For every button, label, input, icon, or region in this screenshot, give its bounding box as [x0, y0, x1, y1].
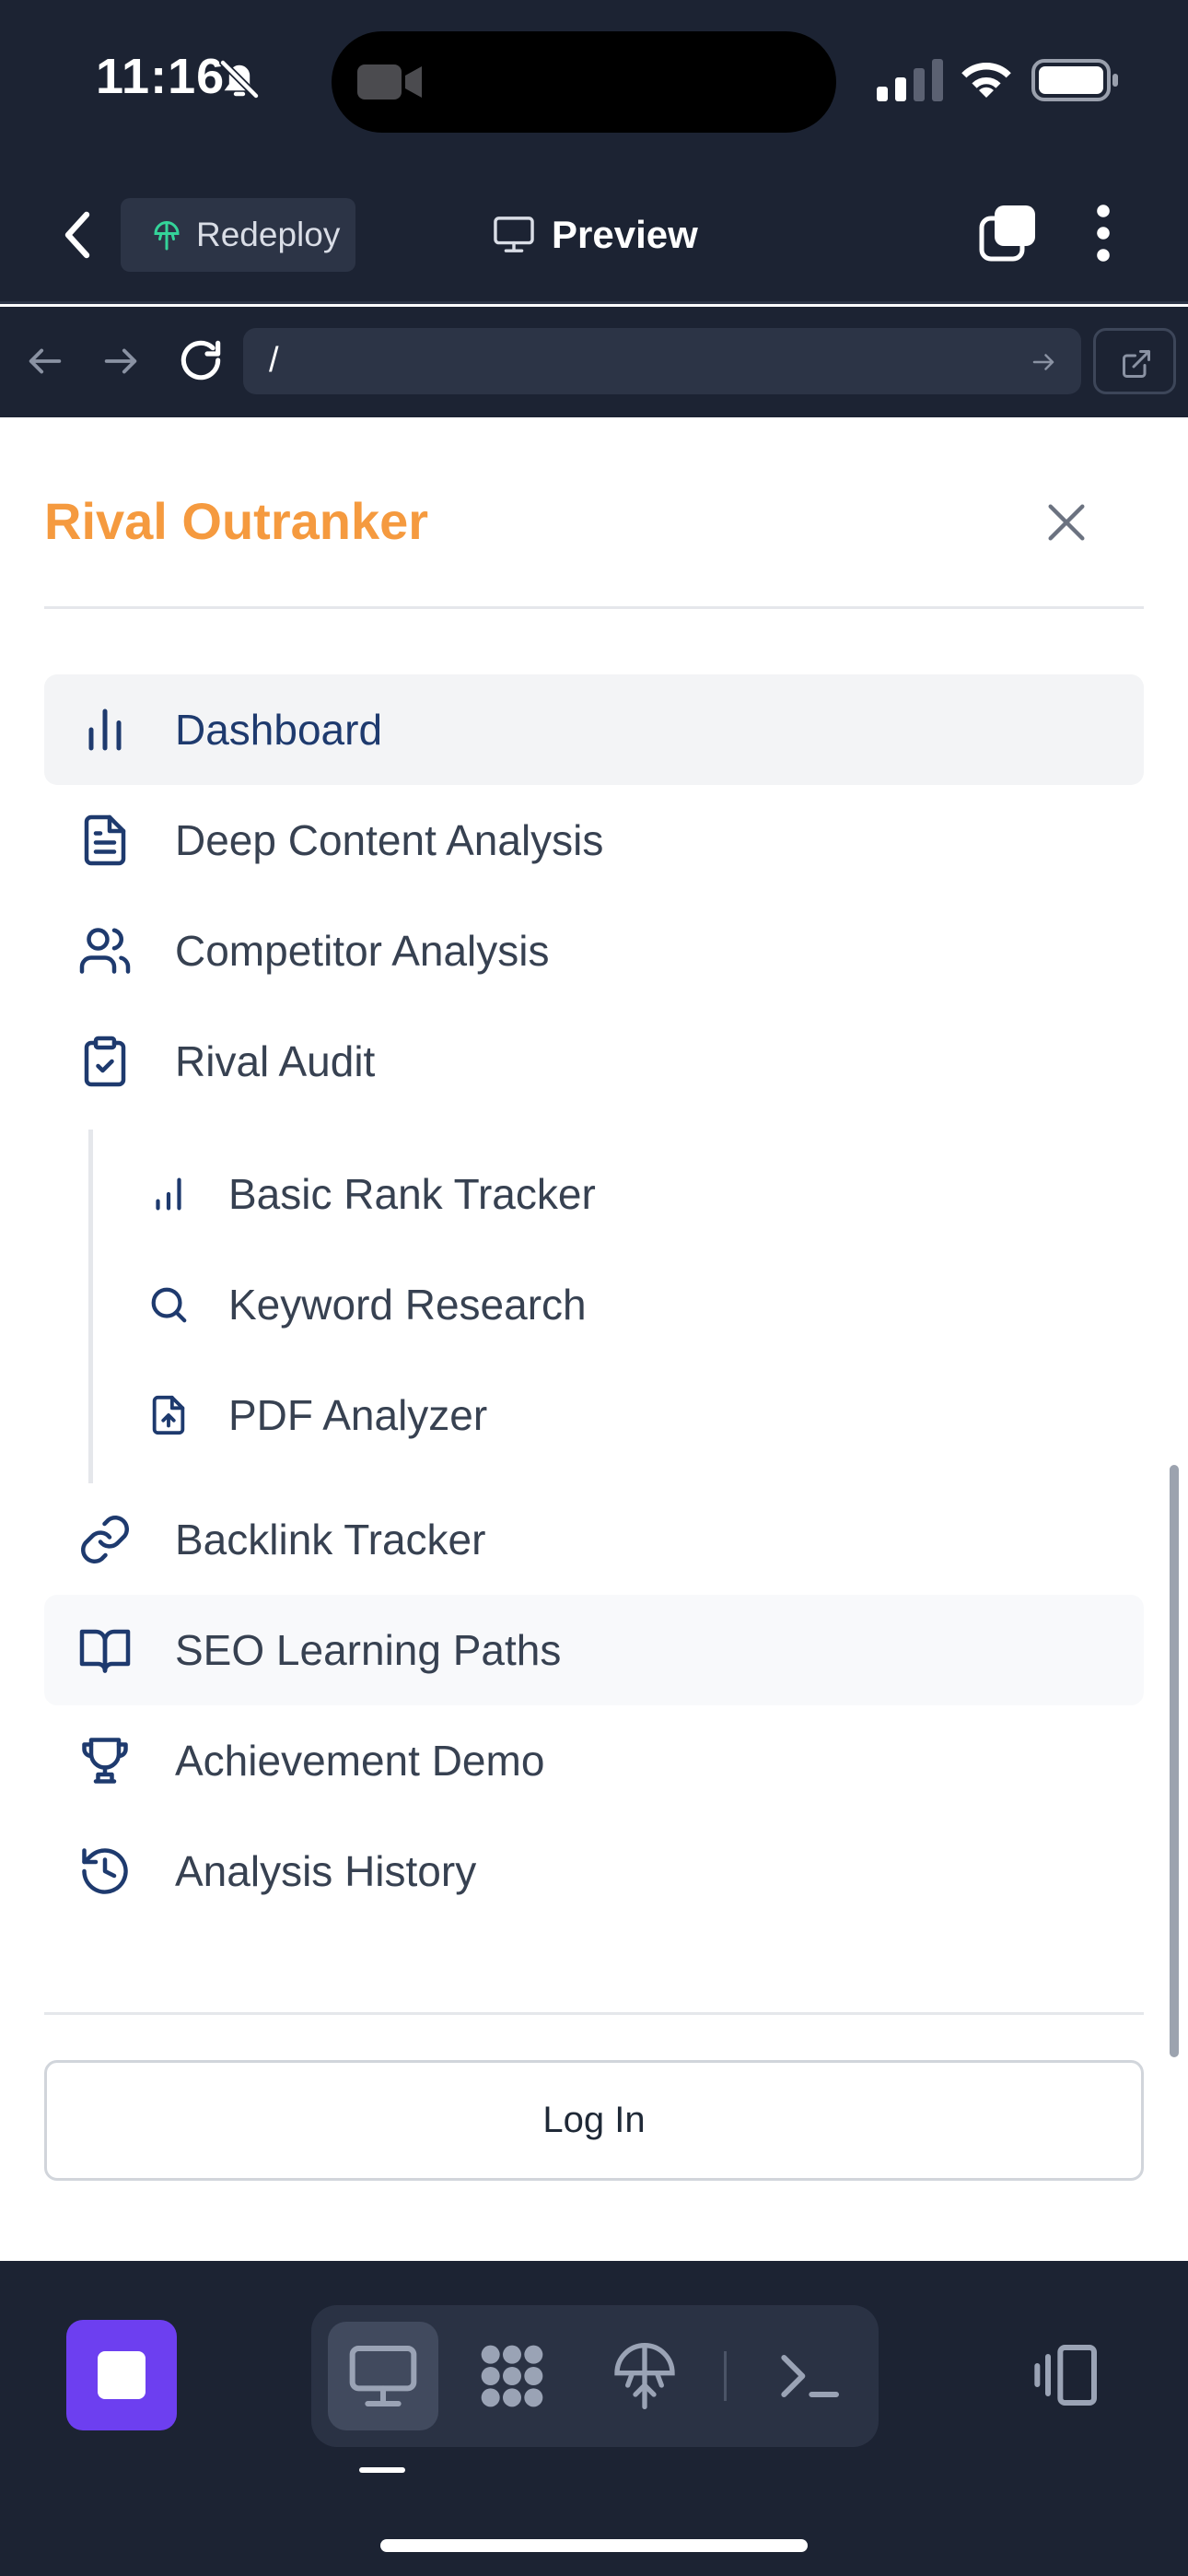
monitor-icon: [494, 217, 534, 252]
login-label: Log In: [542, 2100, 646, 2140]
clipboard-check-icon: [84, 1036, 126, 1087]
navigation-menu: Rival Outranker Dashboard Deep Content A…: [0, 417, 1188, 2261]
link-icon: [81, 1516, 129, 1563]
bar-chart-icon: [88, 708, 122, 751]
preview-label: Preview: [552, 213, 698, 256]
status-bar: 11:16: [0, 0, 1188, 161]
wifi-icon: [961, 63, 1011, 98]
terminal-icon[interactable]: [772, 2339, 845, 2413]
device-toggle-icon[interactable]: [1030, 2338, 1103, 2412]
nav-item-analysis-history[interactable]: Analysis History: [44, 1816, 1144, 1926]
document-icon: [84, 814, 126, 866]
close-icon[interactable]: [1042, 498, 1090, 546]
users-icon: [79, 928, 131, 974]
tool-group: [311, 2305, 879, 2447]
stop-icon: [98, 2351, 146, 2399]
history-icon: [82, 1848, 128, 1894]
nav-label: Achievement Demo: [175, 1737, 545, 1785]
menu-divider-bottom: [44, 2012, 1144, 2015]
sub-item-label: Basic Rank Tracker: [228, 1170, 596, 1218]
active-tool-indicator: [359, 2467, 405, 2473]
nav-label: Deep Content Analysis: [175, 816, 604, 864]
bottom-toolbar: [0, 2261, 1188, 2576]
apps-icon[interactable]: [475, 2339, 549, 2413]
open-external-button[interactable]: [1093, 328, 1176, 394]
bell-slash-icon: [219, 59, 260, 100]
back-chevron-icon[interactable]: [59, 209, 96, 261]
sub-item-label: Keyword Research: [228, 1281, 587, 1329]
more-vertical-icon[interactable]: [1087, 204, 1120, 263]
sub-item-pdf-analyzer[interactable]: PDF Analyzer: [129, 1364, 1142, 1466]
bar-chart-small-icon: [156, 1177, 181, 1211]
nav-label: Competitor Analysis: [175, 927, 550, 975]
book-open-icon: [79, 1629, 131, 1673]
arrow-left-icon[interactable]: [24, 340, 66, 382]
preview-title: Preview: [493, 207, 698, 263]
desktop-icon[interactable]: [346, 2339, 420, 2413]
deploy-icon[interactable]: [608, 2339, 681, 2413]
home-indicator[interactable]: [380, 2539, 808, 2552]
tabs-icon[interactable]: [978, 204, 1037, 263]
nav-item-deep-content-analysis[interactable]: Deep Content Analysis: [44, 785, 1144, 896]
video-camera-icon: [357, 64, 422, 100]
login-button[interactable]: Log In: [44, 2060, 1144, 2181]
nav-label: Dashboard: [175, 706, 383, 754]
redeploy-button[interactable]: Redeploy: [121, 198, 355, 272]
reload-icon[interactable]: [175, 334, 227, 386]
arrow-right-icon[interactable]: [99, 340, 142, 382]
nav-label: Rival Audit: [175, 1037, 376, 1085]
sub-item-keyword-research[interactable]: Keyword Research: [129, 1254, 1142, 1355]
cellular-signal-icon: [877, 59, 943, 101]
app-header: Redeploy Preview: [0, 161, 1188, 304]
stop-button[interactable]: [66, 2320, 177, 2430]
sub-item-label: PDF Analyzer: [228, 1391, 488, 1439]
redeploy-label: Redeploy: [196, 216, 341, 253]
nav-label: SEO Learning Paths: [175, 1626, 562, 1674]
scrollbar[interactable]: [1170, 1465, 1179, 2057]
menu-divider: [44, 606, 1144, 609]
search-icon: [151, 1287, 187, 1323]
submenu-rail: [88, 1130, 93, 1483]
status-time: 11:16: [96, 49, 226, 104]
tool-separator: [724, 2351, 727, 2401]
battery-icon: [1031, 59, 1118, 101]
redeploy-icon: [154, 221, 180, 251]
sub-item-basic-rank-tracker[interactable]: Basic Rank Tracker: [129, 1143, 1142, 1245]
nav-item-seo-learning-paths[interactable]: SEO Learning Paths: [44, 1595, 1144, 1705]
nav-item-competitor-analysis[interactable]: Competitor Analysis: [44, 896, 1144, 1006]
nav-item-dashboard[interactable]: Dashboard: [44, 674, 1144, 785]
nav-item-achievement-demo[interactable]: Achievement Demo: [44, 1705, 1144, 1816]
url-input[interactable]: /: [243, 328, 1081, 394]
go-arrow-icon[interactable]: [1030, 348, 1057, 376]
brand-title: Rival Outranker: [44, 492, 429, 550]
file-upload-icon: [152, 1395, 185, 1435]
url-bar-row: /: [0, 307, 1188, 417]
trophy-icon: [82, 1738, 128, 1784]
nav-item-backlink-tracker[interactable]: Backlink Tracker: [44, 1484, 1144, 1595]
nav-label: Analysis History: [175, 1847, 477, 1895]
external-link-icon: [1123, 350, 1150, 378]
nav-item-rival-audit[interactable]: Rival Audit: [44, 1006, 1144, 1117]
nav-label: Backlink Tracker: [175, 1516, 486, 1563]
url-value: /: [269, 341, 279, 380]
